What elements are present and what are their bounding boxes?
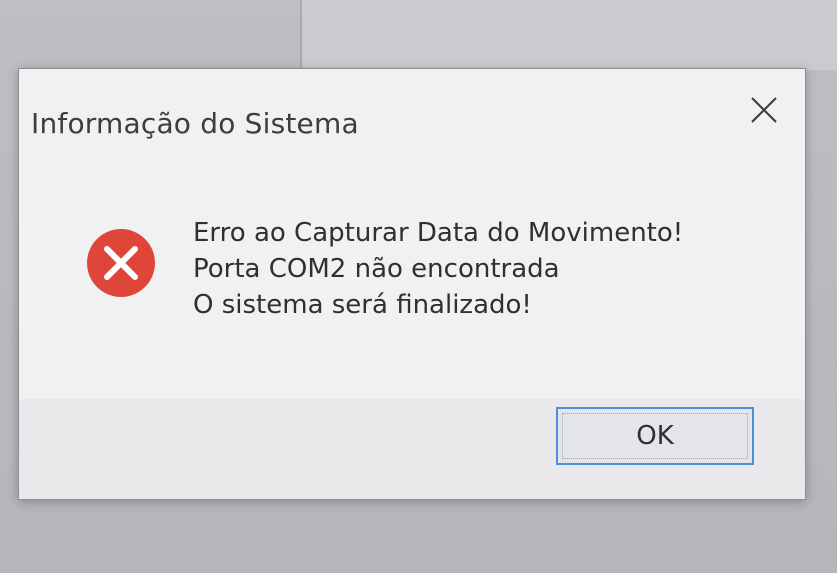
system-info-dialog: Informação do Sistema Erro ao Capturar D… [18, 68, 806, 500]
close-button[interactable] [743, 89, 785, 131]
ok-button-label: OK [562, 413, 748, 459]
error-message: Erro ao Capturar Data do Movimento! Port… [193, 215, 683, 323]
dialog-title: Informação do Sistema [31, 107, 359, 140]
dialog-footer: OK [19, 399, 805, 499]
background-window-edge [300, 0, 302, 70]
error-icon [85, 227, 157, 299]
message-line: Erro ao Capturar Data do Movimento! [193, 218, 684, 248]
dialog-titlebar: Informação do Sistema [19, 69, 805, 179]
close-icon [751, 97, 777, 123]
background-window [300, 0, 837, 70]
message-line: O sistema será finalizado! [193, 290, 532, 320]
message-line: Porta COM2 não encontrada [193, 254, 560, 284]
ok-button[interactable]: OK [556, 407, 754, 465]
dialog-content: Erro ao Capturar Data do Movimento! Port… [19, 179, 805, 399]
